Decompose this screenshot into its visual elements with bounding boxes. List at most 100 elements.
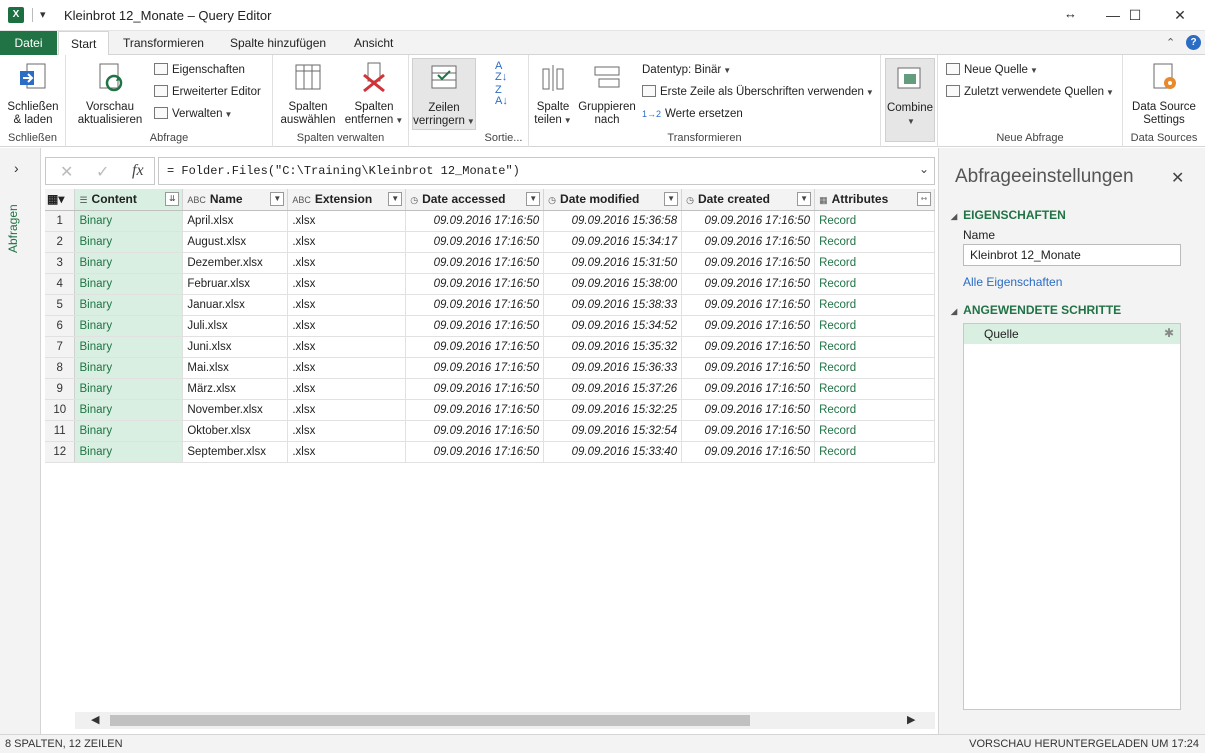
cell-content[interactable]: Binary	[74, 378, 184, 400]
cell-attributes[interactable]: Record	[814, 399, 935, 421]
cell-attributes[interactable]: Record	[814, 273, 935, 295]
group-data-sources: Data Source Settings Data Sources	[1123, 55, 1205, 147]
tab-datei[interactable]: Datei	[0, 31, 57, 55]
confirm-icon[interactable]: ✓	[96, 162, 109, 182]
replace-values-button[interactable]: 1→2 Werte ersetzen	[642, 105, 743, 123]
advanced-editor-button[interactable]: Erweiterter Editor	[154, 83, 261, 101]
close-window-button[interactable]: ✕	[1158, 4, 1202, 26]
applied-steps-section[interactable]: ◢ ANGEWENDETE SCHRITTE	[951, 303, 1121, 317]
cell-attributes[interactable]: Record	[814, 441, 935, 463]
data-source-settings-icon	[1153, 63, 1176, 89]
cell-content[interactable]: Binary	[74, 420, 184, 442]
new-source-button[interactable]: Neue Quelle ▼	[946, 61, 1038, 79]
cell-date-accessed: 09.09.2016 17:16:50	[405, 357, 545, 379]
cell-attributes[interactable]: Record	[814, 378, 935, 400]
cell-attributes[interactable]: Record	[814, 336, 935, 358]
cancel-icon[interactable]: ✕	[60, 162, 73, 182]
query-name-input[interactable]: Kleinbrot 12_Monate	[963, 244, 1181, 266]
scroll-right-icon[interactable]: ▶	[907, 713, 915, 726]
table-row: 1 Binary April.xlsx .xlsx 09.09.2016 17:16:5…	[45, 210, 935, 232]
expand-binary-icon[interactable]: ⇊	[165, 192, 180, 206]
filter-icon[interactable]: ▼	[388, 192, 403, 206]
cell-content[interactable]: Binary	[74, 336, 184, 358]
column-header-extension[interactable]: ABC Extension ▼	[287, 189, 407, 211]
cell-date-modified: 09.09.2016 15:32:25	[543, 399, 683, 421]
manage-button[interactable]: Verwalten ▼	[154, 105, 232, 123]
step-quelle[interactable]: Quelle ✱	[964, 324, 1180, 344]
new-source-icon	[946, 63, 960, 75]
cell-attributes[interactable]: Record	[814, 315, 935, 337]
cell-attributes[interactable]: Record	[814, 252, 935, 274]
help-icon[interactable]: ?	[1186, 35, 1201, 50]
close-pane-icon[interactable]: ✕	[1171, 168, 1184, 188]
scrollbar-thumb[interactable]	[110, 715, 750, 726]
cell-content[interactable]: Binary	[74, 252, 184, 274]
cell-content[interactable]: Binary	[74, 399, 184, 421]
tab-start[interactable]: Start	[58, 31, 110, 56]
queries-label[interactable]: Abfragen	[6, 193, 20, 253]
filter-icon[interactable]: ▼	[270, 192, 285, 206]
cell-attributes[interactable]: Record	[814, 357, 935, 379]
collapse-triangle-icon: ◢	[951, 212, 958, 221]
sort-ascending-icon[interactable]: A Z↓	[495, 61, 507, 83]
quick-access-dropdown[interactable]: ▾	[40, 8, 46, 21]
cell-content[interactable]: Binary	[74, 210, 184, 232]
row-number: 4	[45, 273, 76, 295]
column-header-name[interactable]: ABC Name ▼	[182, 189, 289, 211]
table-menu-icon[interactable]: ▦▾	[45, 189, 76, 211]
all-properties-link[interactable]: Alle Eigenschaften	[963, 275, 1062, 289]
data-table: ▦▾ ☰ Content ⇊ ABC Name ▼ ABC Extension ▼ ◷ Dat…	[45, 189, 935, 463]
cell-content[interactable]: Binary	[74, 357, 184, 379]
cell-content[interactable]: Binary	[74, 315, 184, 337]
recent-sources-button[interactable]: Zuletzt verwendete Quellen ▼	[946, 83, 1114, 101]
data-type-dropdown[interactable]: Datentyp: Binär ▼	[642, 61, 731, 79]
remove-columns-button[interactable]: Spalten entfernen ▼	[343, 61, 405, 127]
cell-date-accessed: 09.09.2016 17:16:50	[405, 315, 545, 337]
fx-icon[interactable]: fx	[132, 162, 144, 180]
cell-extension: .xlsx	[287, 252, 407, 274]
remove-columns-icon	[363, 62, 385, 93]
formula-buttons: ✕ ✓ fx	[45, 157, 155, 185]
gear-icon[interactable]: ✱	[1164, 326, 1174, 340]
formula-expand-icon[interactable]: ⌄	[919, 162, 929, 176]
cell-content[interactable]: Binary	[74, 273, 184, 295]
properties-section[interactable]: ◢ EIGENSCHAFTEN	[951, 208, 1066, 222]
filter-icon[interactable]: ▼	[664, 192, 679, 206]
cell-attributes[interactable]: Record	[814, 294, 935, 316]
cell-content[interactable]: Binary	[74, 294, 184, 316]
combine-button[interactable]: Combine ▼	[885, 58, 935, 142]
horizontal-scrollbar[interactable]: ◀ ▶	[75, 712, 935, 729]
tab-transformieren[interactable]: Transformieren	[111, 31, 216, 55]
cell-attributes[interactable]: Record	[814, 231, 935, 253]
tab-spalte-hinzufuegen[interactable]: Spalte hinzufügen	[218, 31, 338, 55]
column-header-content[interactable]: ☰ Content ⇊	[74, 189, 184, 211]
collapse-ribbon-icon[interactable]: ⌃	[1166, 36, 1175, 49]
first-row-headers-button[interactable]: Erste Zeile als Überschriften verwenden ▼	[642, 83, 874, 101]
tab-ansicht[interactable]: Ansicht	[342, 31, 405, 55]
sort-descending-icon[interactable]: Z A↓	[495, 85, 508, 107]
cell-attributes[interactable]: Record	[814, 420, 935, 442]
expand-queries-icon[interactable]: ›	[14, 160, 19, 176]
expand-record-icon[interactable]: ⇿	[917, 192, 931, 206]
properties-button[interactable]: Eigenschaften	[154, 61, 245, 79]
maximize-button[interactable]: ☐	[1113, 4, 1157, 26]
table-row: 5 Binary Januar.xlsx .xlsx 09.09.2016 17:16:…	[45, 294, 935, 316]
close-load-button[interactable]: Schließen & laden	[4, 61, 62, 127]
resize-icon[interactable]: ↔	[1064, 6, 1077, 21]
column-header-date-created[interactable]: ◷ Date created ▼	[681, 189, 816, 211]
data-source-settings-button[interactable]: Data Source Settings	[1127, 61, 1201, 127]
cell-content[interactable]: Binary	[74, 231, 184, 253]
split-column-button[interactable]: Spalte teilen ▼	[533, 61, 573, 127]
cell-attributes[interactable]: Record	[814, 210, 935, 232]
column-header-attributes[interactable]: ▦ Attributes ⇿	[814, 189, 935, 211]
column-header-date-accessed[interactable]: ◷ Date accessed ▼	[405, 189, 545, 211]
column-header-date-modified[interactable]: ◷ Date modified ▼	[543, 189, 683, 211]
choose-columns-button[interactable]: Spalten auswählen	[277, 61, 339, 127]
cell-content[interactable]: Binary	[74, 441, 184, 463]
refresh-preview-button[interactable]: Vorschau aktualisieren	[70, 61, 150, 127]
filter-icon[interactable]: ▼	[526, 192, 541, 206]
group-by-button[interactable]: Gruppieren nach	[575, 61, 639, 127]
filter-icon[interactable]: ▼	[797, 192, 812, 206]
reduce-rows-button[interactable]: Zeilen verringern ▼	[412, 58, 476, 130]
scroll-left-icon[interactable]: ◀	[91, 713, 99, 726]
